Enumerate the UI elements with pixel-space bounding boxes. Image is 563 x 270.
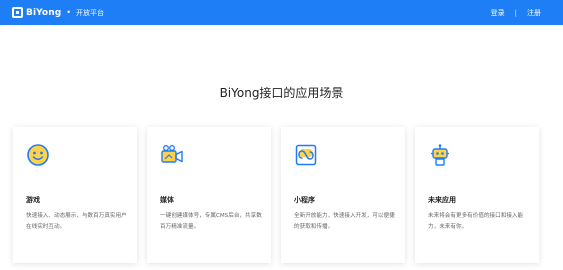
scenario-card-mini-program[interactable]: 小程序 全新开放能力，快速接入开发，可以便捷的获取和传播。 [281, 127, 405, 263]
brand-logo[interactable]: BiYong • 开放平台 [12, 6, 104, 19]
card-title: 未来应用 [428, 196, 456, 204]
scenario-card-media[interactable]: 媒体 一键创建媒体号，专属CMS后台，共享数百万精准流量。 [147, 127, 271, 263]
card-description: 一键创建媒体号，专属CMS后台，共享数百万精准流量。 [160, 213, 262, 230]
scenario-card-game[interactable]: 游戏 快速接入、动态展示，与数百万真实用户在线实时互动。 [13, 127, 137, 263]
card-title: 小程序 [294, 196, 315, 204]
video-camera-icon [161, 145, 183, 163]
logo-icon [12, 7, 23, 18]
brand-name: BiYong [26, 7, 62, 18]
card-description: 未来将会有更多有价值的接口和接入能力，未来有你。 [428, 213, 524, 230]
section-title: BiYong接口的应用场景 [219, 86, 344, 100]
link-app-icon [295, 144, 317, 166]
scenario-card-future-apps[interactable]: 未来应用 未来将会有更多有价值的接口和接入能力，未来有你。 [415, 127, 539, 263]
register-link[interactable]: 注册 [527, 8, 541, 18]
brand-subtitle: 开放平台 [76, 8, 104, 17]
brand-dot-separator: • [66, 8, 71, 17]
auth-links: 登录 | 注册 [491, 0, 541, 25]
top-nav-bar: BiYong • 开放平台 登录 | 注册 [0, 0, 563, 25]
card-title: 媒体 [160, 196, 174, 204]
card-description: 快速接入、动态展示，与数百万真实用户在线实时互动。 [26, 213, 127, 230]
card-description: 全新开放能力，快速接入开发，可以便捷的获取和传播。 [294, 213, 395, 230]
login-link[interactable]: 登录 [491, 8, 505, 18]
smiley-face-icon [27, 144, 49, 166]
card-title: 游戏 [26, 196, 40, 204]
robot-icon [431, 144, 449, 166]
nav-separator: | [514, 8, 517, 17]
